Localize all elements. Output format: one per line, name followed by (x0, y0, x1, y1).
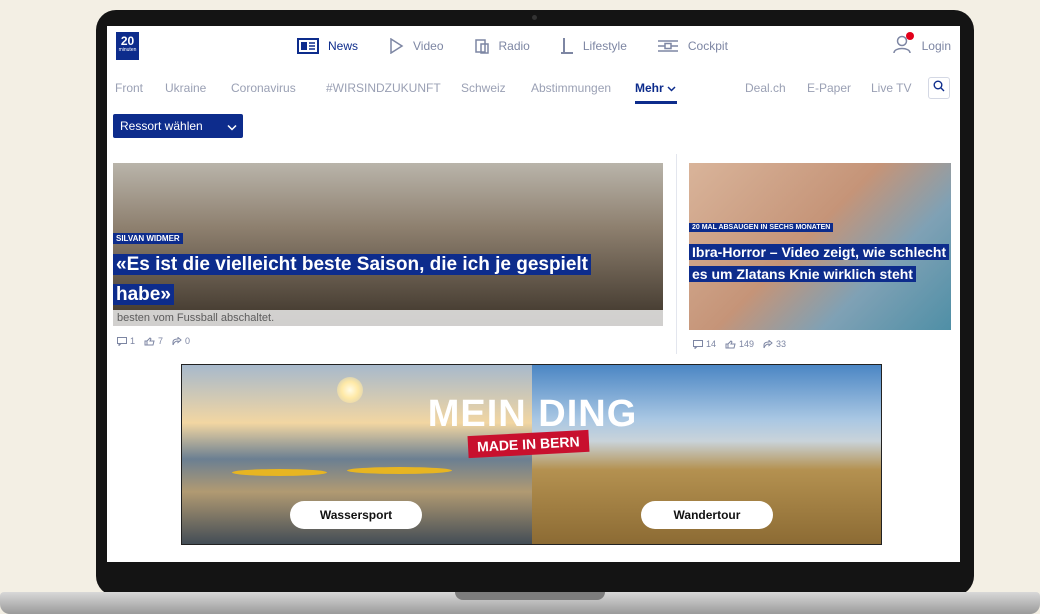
shares-count[interactable]: 33 (763, 339, 786, 349)
cockpit-icon (657, 39, 679, 53)
notification-dot (905, 32, 914, 40)
nav-cockpit-label: Cockpit (687, 39, 728, 53)
headline-text: Ibra-Horror – Video zeigt, wie schlecht … (689, 244, 950, 282)
subnav-ukraine[interactable]: Ukraine (165, 81, 206, 95)
article-kicker: 20 MAL ABSAUGEN IN SECHS MONATEN (689, 223, 834, 232)
active-tab-underline (635, 101, 677, 104)
subnav-schweiz[interactable]: Schweiz (461, 81, 506, 95)
nav-cockpit[interactable]: Cockpit (657, 39, 728, 53)
subnav-livetv[interactable]: Live TV (871, 81, 911, 95)
chevron-down-icon (227, 120, 237, 134)
wandertour-button[interactable]: Wandertour (641, 501, 773, 529)
shares-count[interactable]: 0 (172, 336, 190, 346)
browser-screen: 20 minuten News Video Radio Lifestyle Co… (107, 26, 960, 562)
logo-word: minuten (118, 47, 137, 53)
subnav-deal[interactable]: Deal.ch (745, 81, 786, 95)
subnav-front[interactable]: Front (115, 81, 143, 95)
subnav-mehr-label: Mehr (635, 81, 664, 95)
likes-count[interactable]: 7 (144, 336, 163, 346)
section-nav: Front Ukraine Coronavirus #WIRSINDZUKUNF… (107, 70, 960, 104)
kayak (232, 469, 327, 476)
article-stats: 1 7 0 (117, 336, 199, 346)
laptop-notch (455, 592, 605, 600)
comment-icon (693, 339, 703, 349)
column-divider (676, 154, 677, 354)
site-logo[interactable]: 20 minuten (116, 32, 139, 60)
main-nav: News Video Radio Lifestyle Cockpit (297, 34, 758, 58)
newspaper-icon (297, 38, 319, 54)
article-headline[interactable]: Ibra-Horror – Video zeigt, wie schlecht … (689, 241, 950, 285)
article-stats: 14 149 33 (693, 339, 795, 349)
wassersport-button[interactable]: Wassersport (290, 501, 422, 529)
logo-number: 20 (120, 34, 135, 48)
reaction-icon (725, 339, 736, 348)
banner-title: MEIN DING (427, 393, 638, 435)
comments-value: 1 (130, 336, 136, 346)
lifestyle-icon (560, 37, 574, 55)
chevron-down-icon (667, 81, 676, 95)
top-bar: 20 minuten News Video Radio Lifestyle Co… (107, 26, 960, 66)
ressort-select[interactable]: Ressort wählen (113, 114, 243, 138)
camera-dot (532, 15, 537, 20)
reaction-icon (144, 336, 155, 345)
likes-value: 149 (739, 339, 755, 349)
article-lead: besten vom Fussball abschaltet. (113, 310, 663, 326)
share-icon (172, 336, 182, 345)
nav-news[interactable]: News (297, 38, 358, 54)
nav-lifestyle[interactable]: Lifestyle (560, 37, 627, 55)
article-teaser-side[interactable]: 20 MAL ABSAUGEN IN SECHS MONATEN Ibra-Ho… (689, 163, 951, 330)
shares-value: 33 (776, 339, 787, 349)
headline-text: «Es ist die vielleicht beste Saison, die… (113, 254, 592, 305)
ad-banner[interactable]: MEIN DING MADE IN BERN Wassersport Wande… (181, 364, 882, 545)
comments-count[interactable]: 1 (117, 336, 135, 346)
radio-icon (474, 38, 490, 54)
nav-radio-label: Radio (498, 39, 530, 53)
login-button[interactable]: Login (892, 32, 951, 57)
article-teaser-main[interactable]: SILVAN WIDMER «Es ist die vielleicht bes… (113, 163, 663, 326)
nav-news-label: News (328, 39, 359, 53)
subnav-abstimmungen[interactable]: Abstimmungen (531, 81, 611, 95)
search-button[interactable] (928, 77, 950, 99)
user-icon (892, 32, 914, 57)
subnav-mehr[interactable]: Mehr (635, 81, 676, 95)
subnav-epaper[interactable]: E-Paper (807, 81, 851, 95)
likes-value: 7 (158, 336, 164, 346)
article-headline[interactable]: «Es ist die vielleicht beste Saison, die… (113, 250, 633, 310)
nav-lifestyle-label: Lifestyle (582, 39, 627, 53)
subnav-wirsindzukunft[interactable]: #WIRSINDZUKUNFT (326, 81, 441, 95)
comments-count[interactable]: 14 (693, 339, 716, 349)
nav-radio[interactable]: Radio (474, 38, 530, 54)
comment-icon (117, 336, 127, 346)
shares-value: 0 (185, 336, 191, 346)
nav-video-label: Video (413, 39, 444, 53)
ressort-label: Ressort wählen (120, 119, 203, 133)
share-icon (763, 339, 773, 348)
comments-value: 14 (706, 339, 717, 349)
nav-video[interactable]: Video (388, 38, 444, 54)
kayak (347, 467, 452, 474)
subnav-coronavirus[interactable]: Coronavirus (231, 81, 296, 95)
search-icon (933, 79, 945, 97)
likes-count[interactable]: 149 (725, 339, 754, 349)
login-label: Login (921, 38, 951, 53)
article-kicker: SILVAN WIDMER (113, 233, 183, 244)
play-icon (388, 38, 404, 54)
